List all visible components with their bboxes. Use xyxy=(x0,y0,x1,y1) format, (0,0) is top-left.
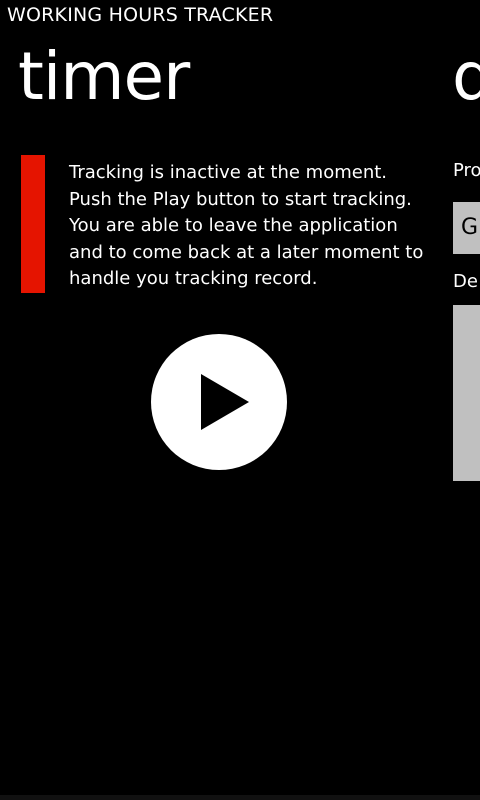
app-title: WORKING HOURS TRACKER xyxy=(7,4,274,26)
app-screen: WORKING HOURS TRACKER timer d Tracking i… xyxy=(0,0,480,800)
pivot-header-next[interactable]: d xyxy=(452,44,480,110)
tracking-status-indicator xyxy=(21,155,45,293)
tracking-status-message: Tracking is inactive at the moment. Push… xyxy=(69,162,424,289)
project-field[interactable]: G xyxy=(453,202,480,254)
description-label: De xyxy=(453,271,478,292)
description-field[interactable] xyxy=(453,305,480,481)
pivot-header-timer[interactable]: timer xyxy=(18,44,190,110)
project-field-value: G xyxy=(461,215,479,240)
bottom-edge xyxy=(0,795,480,800)
play-button[interactable] xyxy=(151,334,287,470)
play-icon xyxy=(201,374,249,430)
project-label: Pro xyxy=(453,160,480,181)
